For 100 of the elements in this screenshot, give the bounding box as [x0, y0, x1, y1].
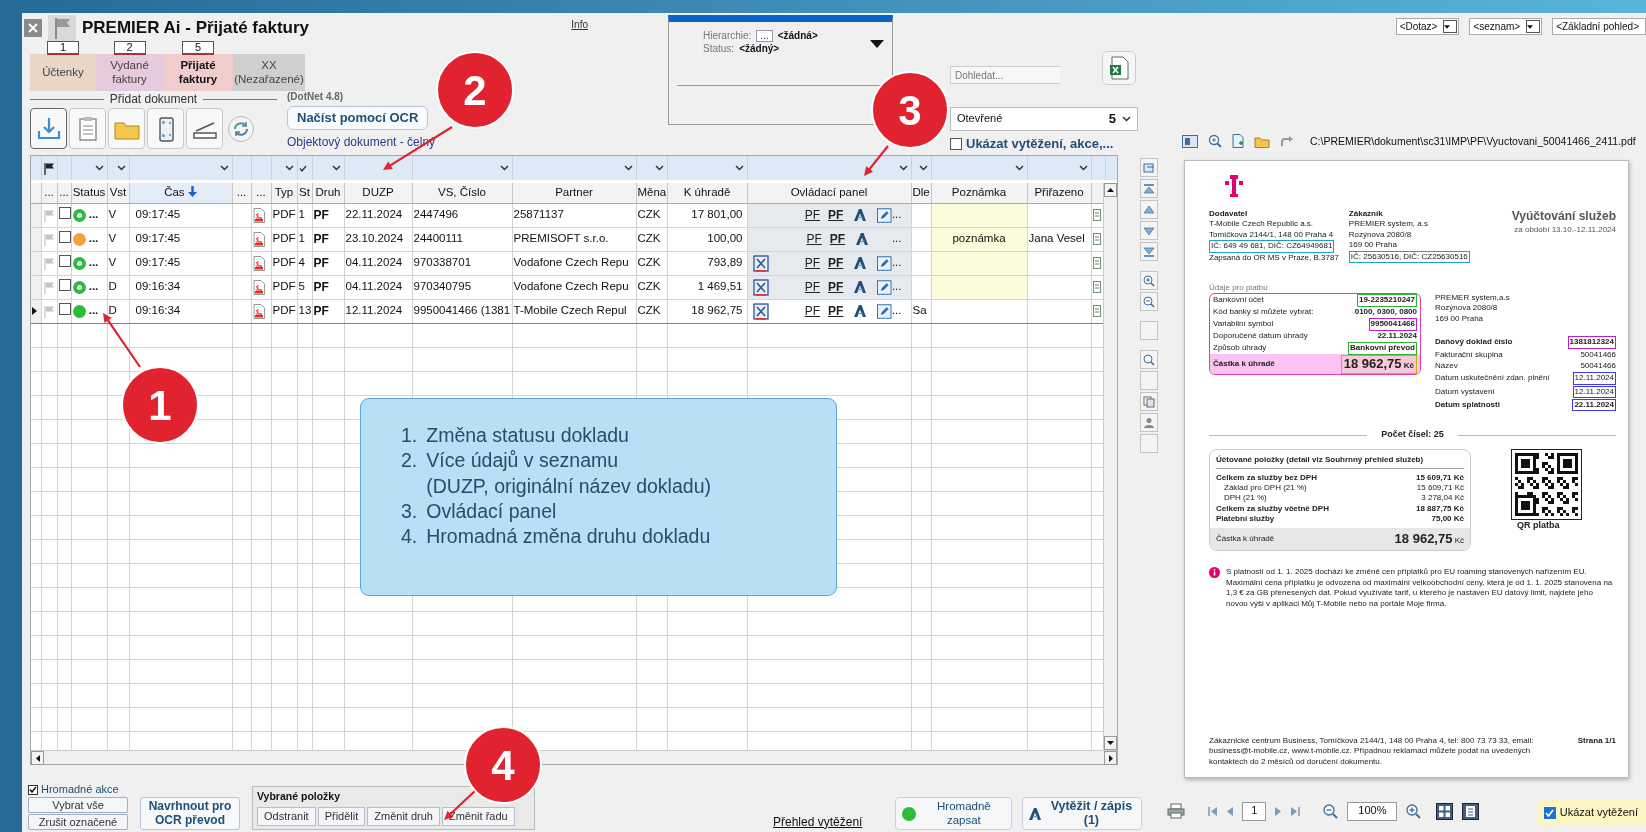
export-button[interactable]	[1140, 158, 1158, 177]
action-button[interactable]: Změnit druh	[367, 807, 440, 827]
scroll-down-button[interactable]	[1104, 736, 1117, 750]
overview-link[interactable]: Přehled vytěžení	[773, 814, 863, 829]
mass-write-button[interactable]: Hromadně zapsat	[895, 797, 1013, 830]
column-header[interactable]: Poznámka	[931, 183, 1027, 203]
checkbox[interactable]	[58, 255, 71, 268]
checkbox[interactable]	[58, 231, 71, 244]
view-select[interactable]: <Dotaz>	[1395, 18, 1460, 35]
pf-link[interactable]: PF	[828, 255, 844, 271]
status-dot[interactable]	[72, 280, 86, 294]
copy-button[interactable]	[1140, 392, 1158, 411]
pf-link[interactable]: PF	[806, 231, 822, 247]
scroll-left-button[interactable]	[31, 751, 44, 765]
column-header[interactable]: Měna	[636, 183, 667, 203]
scroll-up-button[interactable]	[1104, 183, 1117, 197]
zoom-out-button[interactable]	[1140, 292, 1158, 311]
status-menu[interactable]: ...	[88, 208, 99, 221]
category-tab[interactable]: Přijaté faktury	[163, 54, 233, 91]
checkbox[interactable]	[58, 303, 71, 316]
pf-link[interactable]: PF	[828, 207, 844, 223]
select-all-button[interactable]: Vybrat vše	[28, 797, 128, 814]
status-menu[interactable]: ...	[88, 232, 99, 245]
first-button[interactable]	[1140, 179, 1158, 198]
last-button[interactable]	[1140, 242, 1158, 261]
browse-button[interactable]: ...	[756, 29, 773, 42]
info-link[interactable]: Info	[571, 19, 588, 31]
column-header[interactable]: ...	[251, 183, 271, 203]
category-tab[interactable]: Vydané faktury	[96, 54, 163, 91]
search-button[interactable]	[1140, 350, 1158, 369]
column-header[interactable]: Přiřazeno	[1027, 183, 1091, 203]
more-menu[interactable]: ...	[891, 280, 902, 294]
view-select[interactable]: <Základní pohled>	[1552, 18, 1646, 35]
close-button[interactable]	[24, 19, 42, 37]
view-select[interactable]: <seznam>	[1469, 18, 1543, 35]
extract-button[interactable]: Vytěžit / zápis (1)	[1022, 797, 1143, 830]
pf-link[interactable]: PF	[828, 303, 844, 319]
action-button[interactable]: Odstranit	[257, 807, 316, 827]
column-header[interactable]: Vst	[107, 183, 129, 203]
category-tab[interactable]: Účtenky	[30, 54, 96, 91]
up-button[interactable]	[1140, 200, 1158, 219]
column-header[interactable]: Čas	[129, 183, 232, 203]
phone-button[interactable]	[147, 108, 184, 149]
table-row[interactable]: ... V 09:17:45 PDF 1 PF 22.11.2024 2447496 25871137 CZK 17 801,00 PF PF ...	[31, 203, 1103, 227]
pf-link[interactable]: PF	[804, 255, 821, 271]
more-menu[interactable]: ...	[891, 232, 902, 246]
export-button[interactable]	[1102, 51, 1136, 85]
status-dot[interactable]	[72, 256, 86, 270]
pf-link[interactable]: PF	[804, 207, 821, 223]
vertical-scrollbar[interactable]	[1103, 183, 1117, 750]
more-menu[interactable]: ...	[891, 256, 902, 270]
page-field[interactable]: 1	[1242, 801, 1267, 821]
refresh-button[interactable]	[228, 115, 254, 142]
column-header[interactable]: Ovládací panel	[747, 183, 911, 203]
ocr-suggest-button[interactable]: Navrhnout pro OCR převod	[140, 797, 240, 830]
ocr-button[interactable]: Načíst pomocí OCR	[287, 106, 429, 130]
column-header[interactable]: Status	[71, 183, 107, 203]
column-header[interactable]: Typ	[271, 183, 297, 203]
more-menu[interactable]: ...	[891, 304, 902, 318]
status-dot[interactable]	[72, 208, 86, 222]
status-menu[interactable]: ...	[88, 280, 99, 293]
column-header[interactable]: Partner	[512, 183, 636, 203]
column-header[interactable]: DUZP	[344, 183, 412, 203]
clipboard-button[interactable]	[69, 108, 106, 149]
status-dot[interactable]	[72, 232, 86, 246]
checkbox[interactable]	[58, 279, 71, 292]
status-dot[interactable]	[72, 304, 86, 318]
filter-select[interactable]: Otevřené 5	[950, 107, 1138, 131]
table-row[interactable]: ... D 09:16:34 PDF 5 PF 04.11.2024 970340795 Vodafone Czech Repu CZK 1 469,51 PF PF ...	[31, 275, 1103, 299]
pf-link[interactable]: PF	[804, 279, 821, 295]
scroll-right-button[interactable]	[1104, 751, 1117, 765]
table-row[interactable]: ... V 09:17:45 PDF 1 PF 23.10.2024 24400111 PREMISOFT s.r.o. CZK 100,00 PF PF ... poznámka Jana Vesel	[31, 227, 1103, 251]
download-button[interactable]	[30, 108, 67, 149]
zoom-in-button[interactable]	[1140, 271, 1158, 290]
action-button[interactable]: Změnit řadu	[441, 807, 515, 827]
checkbox[interactable]	[950, 137, 962, 150]
clear-selection-button[interactable]: Zrušit označené	[28, 814, 128, 831]
pf-link[interactable]: PF	[829, 231, 846, 247]
checkbox[interactable]	[58, 207, 71, 220]
more-menu[interactable]: ...	[891, 208, 902, 222]
checkbox[interactable]	[1543, 807, 1556, 819]
status-menu[interactable]: ...	[88, 304, 99, 317]
table-row[interactable]: ... V 09:17:45 PDF 4 PF 04.11.2024 970338701 Vodafone Czech Repu CZK 793,89 PF PF ...	[31, 251, 1103, 275]
folder-button[interactable]	[108, 108, 145, 149]
status-menu[interactable]: ...	[88, 256, 99, 269]
pf-link[interactable]: PF	[828, 279, 844, 295]
search-field[interactable]: Dohledat...	[950, 66, 1060, 84]
column-header[interactable]: VS, Číslo	[412, 183, 512, 203]
zoom-field[interactable]: 100%	[1347, 801, 1398, 821]
category-tab[interactable]: XX (Nezařazené)	[233, 54, 305, 91]
scanner-button[interactable]	[186, 108, 223, 149]
column-header[interactable]: Dle	[911, 183, 931, 203]
pf-link[interactable]: PF	[804, 303, 821, 319]
column-header[interactable]: Druh	[312, 183, 344, 203]
table-row[interactable]: ... D 09:16:34 PDF 13 PF 12.11.2024 9950041466 (1381 T-Mobile Czech Repul CZK 18 962,75 PF PF ... Sa	[31, 299, 1103, 323]
down-button[interactable]	[1140, 221, 1158, 240]
person-button[interactable]	[1140, 413, 1158, 432]
column-header[interactable]: K úhradě	[667, 183, 747, 203]
checkbox[interactable]	[28, 784, 38, 795]
action-button[interactable]: Přidělit	[317, 807, 366, 827]
